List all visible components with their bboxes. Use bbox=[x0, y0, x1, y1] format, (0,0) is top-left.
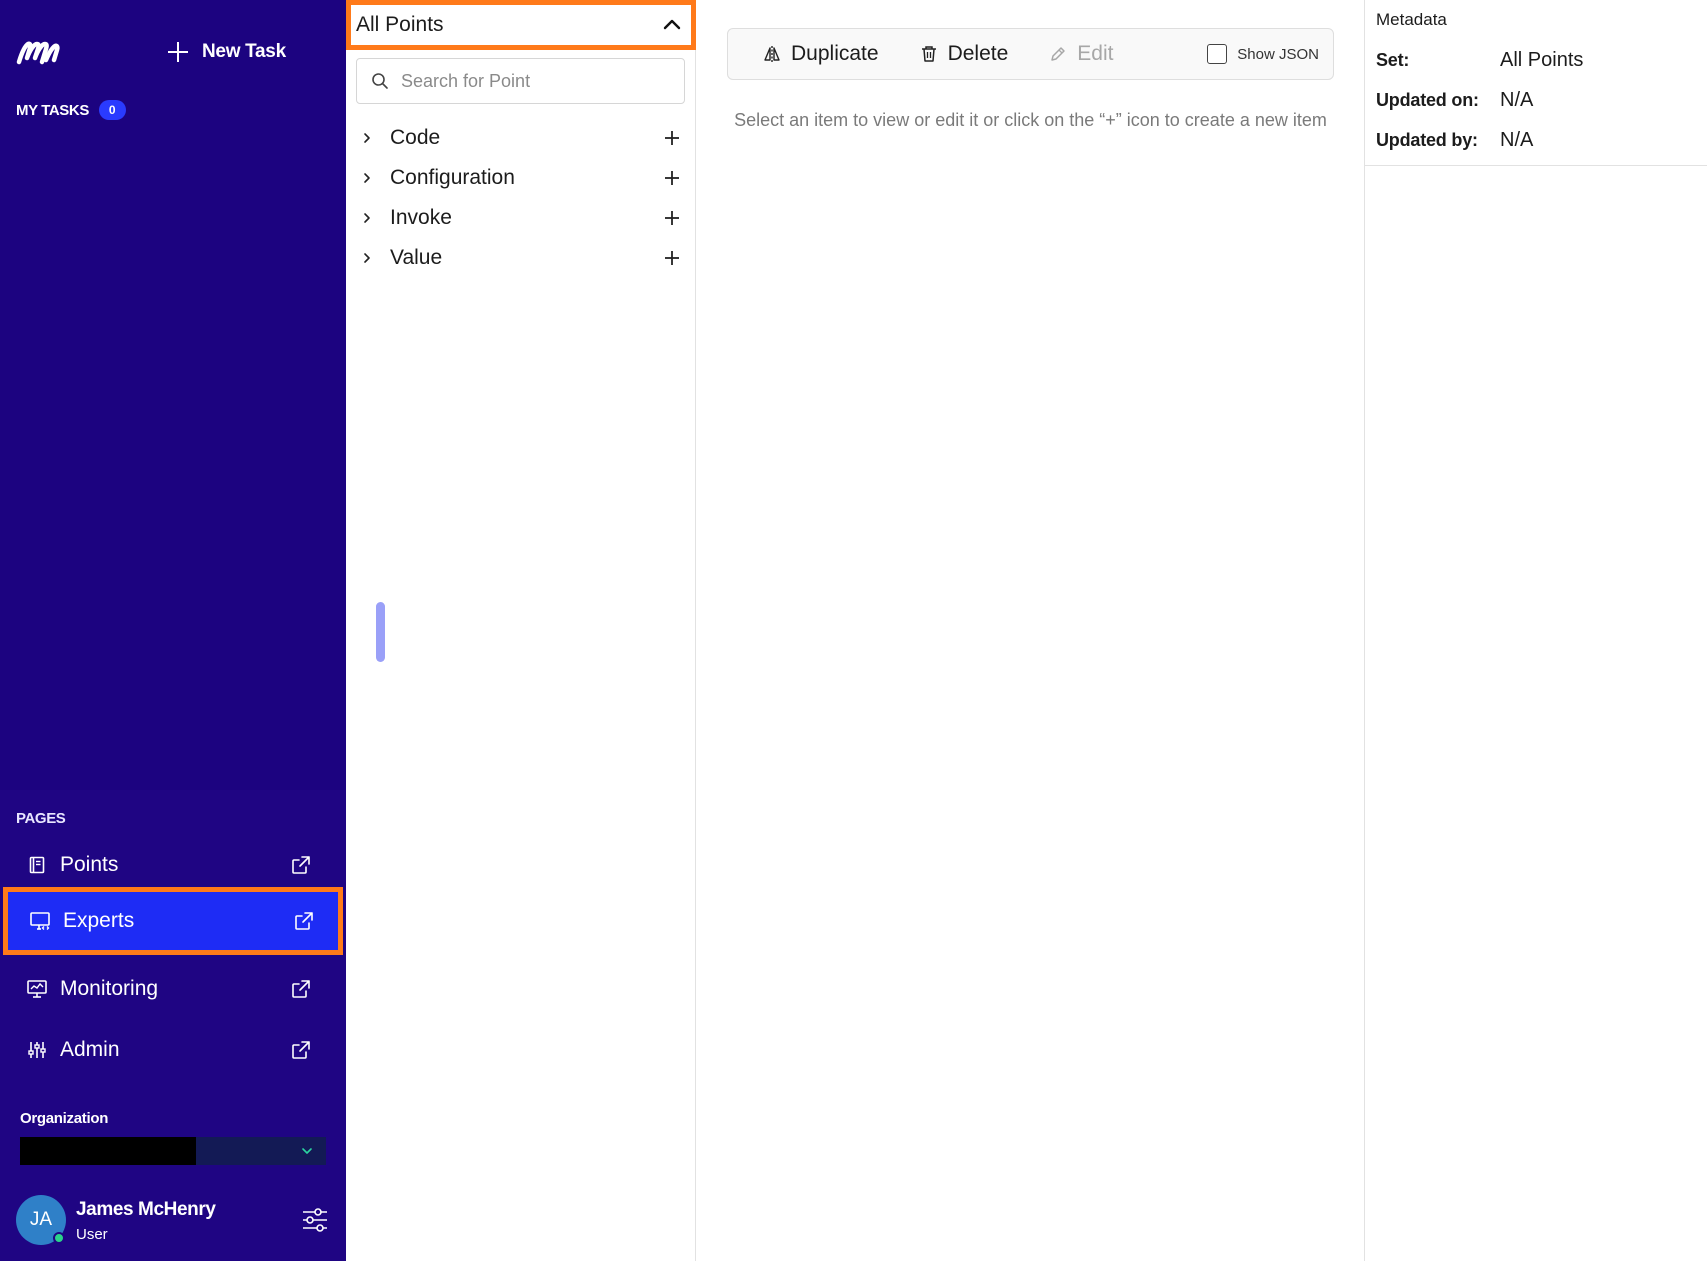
duplicate-button[interactable]: Duplicate bbox=[762, 42, 879, 66]
sidebar: New Task MY TASKS 0 PAGES Points Experts… bbox=[0, 0, 346, 1261]
pencil-icon bbox=[1051, 47, 1066, 61]
pages-title: PAGES bbox=[16, 810, 66, 827]
monitor-code-icon bbox=[29, 910, 51, 932]
delete-label: Delete bbox=[947, 42, 1009, 65]
set-select-value: All Points bbox=[356, 13, 444, 36]
search-icon bbox=[372, 73, 388, 89]
duplicate-mirror-icon bbox=[764, 46, 780, 62]
points-tree-panel: All Points Code Configuration Invoke Val… bbox=[346, 0, 696, 1261]
add-plus-icon[interactable] bbox=[662, 128, 682, 148]
metadata-value: All Points bbox=[1500, 48, 1584, 71]
plus-icon bbox=[166, 40, 190, 64]
sidebar-item-label: Points bbox=[60, 853, 119, 876]
trash-icon bbox=[921, 46, 936, 62]
sidebar-item-label: Admin bbox=[60, 1038, 120, 1061]
metadata-title: Metadata bbox=[1376, 10, 1447, 29]
chevron-up-icon bbox=[663, 19, 681, 30]
show-json-checkbox[interactable] bbox=[1207, 44, 1228, 64]
chevron-down-icon bbox=[302, 1148, 312, 1154]
user-name: James McHenry bbox=[76, 1199, 216, 1220]
tree-item-label: Configuration bbox=[390, 166, 515, 189]
app-logo-icon[interactable] bbox=[16, 36, 62, 68]
chevron-right-icon[interactable] bbox=[360, 211, 374, 225]
metadata-row-updated-by: Updated by: N/A bbox=[1376, 125, 1533, 155]
user-role: User bbox=[76, 1226, 108, 1243]
external-link-icon[interactable] bbox=[290, 854, 312, 876]
online-status-dot bbox=[53, 1232, 65, 1244]
book-icon bbox=[26, 854, 48, 876]
search-box[interactable] bbox=[356, 58, 685, 104]
organization-value-redacted bbox=[20, 1137, 196, 1165]
item-toolbar: Duplicate Delete Edit Show JSON bbox=[727, 28, 1334, 80]
search-input[interactable] bbox=[401, 70, 671, 92]
tree-item-label: Value bbox=[390, 246, 443, 269]
metadata-panel: Metadata Set: All Points Updated on: N/A… bbox=[1364, 0, 1707, 1261]
chevron-right-icon[interactable] bbox=[360, 131, 374, 145]
user-profile[interactable]: JA James McHenry User bbox=[16, 1195, 330, 1247]
sidebar-item-monitoring[interactable]: Monitoring bbox=[8, 960, 338, 1018]
scrollbar-thumb[interactable] bbox=[376, 602, 385, 662]
sidebar-item-experts[interactable]: Experts bbox=[3, 887, 343, 955]
metadata-row-set: Set: All Points bbox=[1376, 45, 1583, 75]
external-link-icon[interactable] bbox=[290, 1039, 312, 1061]
new-task-label: New Task bbox=[202, 41, 286, 62]
metadata-row-updated-on: Updated on: N/A bbox=[1376, 85, 1533, 115]
tree-item-value[interactable]: Value bbox=[356, 240, 686, 276]
sidebar-item-label: Monitoring bbox=[60, 977, 159, 1000]
metadata-value: N/A bbox=[1500, 128, 1534, 151]
user-settings-sliders-icon[interactable] bbox=[300, 1205, 330, 1235]
tree-item-label: Code bbox=[390, 126, 441, 149]
tree-item-configuration[interactable]: Configuration bbox=[356, 160, 686, 196]
external-link-icon[interactable] bbox=[290, 978, 312, 1000]
tree-item-label: Invoke bbox=[390, 206, 452, 229]
metadata-key: Updated by: bbox=[1376, 129, 1478, 150]
chevron-right-icon[interactable] bbox=[360, 251, 374, 265]
add-plus-icon[interactable] bbox=[662, 248, 682, 268]
sidebar-item-points[interactable]: Points bbox=[8, 836, 338, 894]
my-tasks-count-badge: 0 bbox=[98, 100, 126, 120]
chevron-right-icon[interactable] bbox=[360, 171, 374, 185]
new-task-button[interactable]: New Task bbox=[166, 36, 286, 68]
add-plus-icon[interactable] bbox=[662, 168, 682, 188]
organization-label: Organization bbox=[20, 1110, 109, 1127]
duplicate-label: Duplicate bbox=[791, 42, 879, 65]
metadata-key: Set: bbox=[1376, 49, 1410, 70]
empty-state-message: Select an item to view or edit it or cli… bbox=[734, 110, 1327, 130]
show-json-label: Show JSON bbox=[1237, 45, 1319, 63]
avatar-initials: JA bbox=[29, 1209, 53, 1230]
set-select[interactable]: All Points bbox=[346, 0, 696, 50]
delete-button[interactable]: Delete bbox=[919, 42, 1009, 66]
pages-panel: PAGES Points Experts Monitoring Admin bbox=[0, 790, 346, 1261]
add-plus-icon[interactable] bbox=[662, 208, 682, 228]
edit-button[interactable]: Edit bbox=[1048, 42, 1113, 66]
tree-item-code[interactable]: Code bbox=[356, 120, 686, 156]
metadata-key: Updated on: bbox=[1376, 89, 1479, 110]
tree-item-invoke[interactable]: Invoke bbox=[356, 200, 686, 236]
external-link-icon[interactable] bbox=[293, 910, 315, 932]
metadata-value: N/A bbox=[1500, 88, 1534, 111]
sidebar-item-label: Experts bbox=[63, 909, 135, 932]
sidebar-item-admin[interactable]: Admin bbox=[8, 1021, 338, 1079]
edit-label: Edit bbox=[1077, 42, 1114, 65]
avatar[interactable]: JA bbox=[16, 1195, 66, 1245]
my-tasks[interactable]: MY TASKS 0 bbox=[16, 100, 126, 120]
metadata-divider bbox=[1365, 165, 1707, 166]
show-json-toggle[interactable]: Show JSON bbox=[1207, 44, 1319, 64]
monitor-chart-icon bbox=[26, 978, 48, 1000]
sliders-icon bbox=[26, 1039, 48, 1061]
organization-select[interactable] bbox=[20, 1137, 326, 1165]
my-tasks-label: MY TASKS bbox=[16, 101, 89, 119]
